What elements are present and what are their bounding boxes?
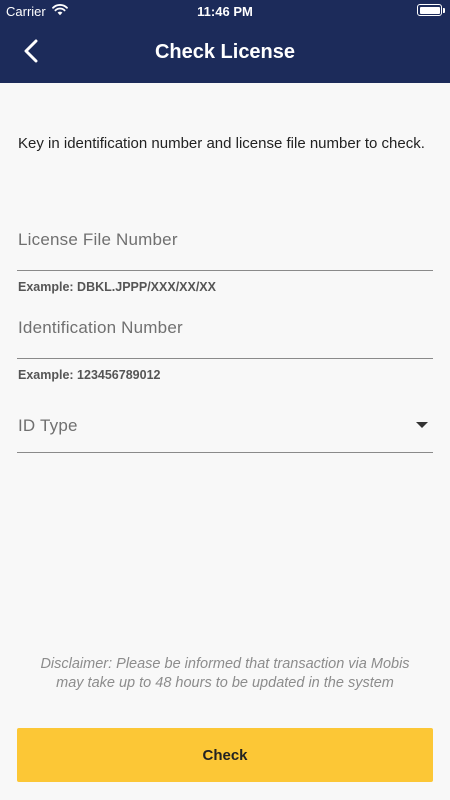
license-file-number-example: Example: DBKL.JPPP/XXX/XX/XX [18, 280, 216, 294]
caret-down-icon [416, 422, 428, 428]
license-file-number-label: License File Number [18, 230, 178, 249]
check-button[interactable]: Check [17, 728, 433, 782]
page-title: Check License [154, 41, 296, 63]
disclaimer-text: Disclaimer: Please be informed that tran… [40, 656, 410, 691]
id-type-label: ID Type [18, 416, 78, 435]
battery-icon [417, 4, 445, 16]
identification-number-label: Identification Number [18, 318, 183, 337]
header: Carrier 11:46 PM Check License [0, 0, 450, 83]
license-file-number-input[interactable]: License File Number [17, 222, 433, 271]
status-bar: Carrier 11:46 PM [0, 0, 450, 22]
identification-number-input[interactable]: Identification Number [17, 310, 433, 359]
id-type-dropdown[interactable]: ID Type [17, 410, 433, 453]
instruction-text: Key in identification number and license… [18, 135, 425, 152]
status-right [417, 4, 445, 16]
status-time: 11:46 PM [197, 4, 253, 19]
identification-number-example: Example: 123456789012 [18, 368, 161, 382]
check-license-screen: Carrier 11:46 PM Check License Key in id… [0, 0, 450, 800]
app-bar: Check License [0, 22, 450, 83]
